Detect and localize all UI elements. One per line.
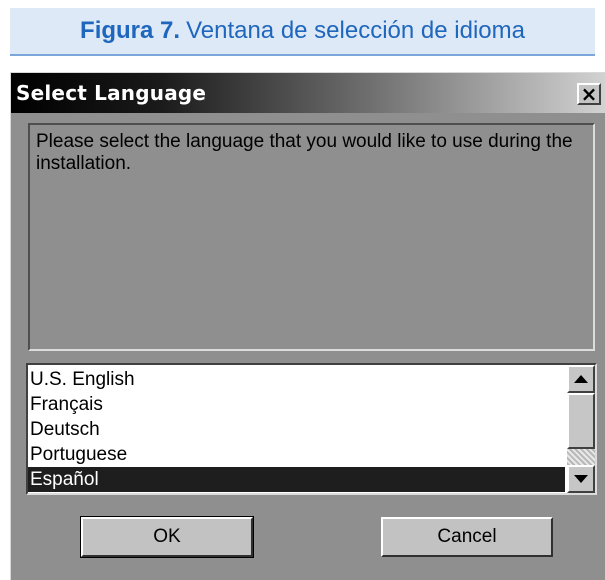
list-item[interactable]: Italiano	[28, 492, 565, 493]
message-panel: Please select the language that you woul…	[28, 123, 595, 351]
language-list-items: U.S. English Français Deutsch Portuguese Esp…	[28, 367, 565, 493]
ok-button[interactable]: OK	[80, 516, 254, 558]
close-icon: ×	[580, 82, 598, 106]
dialog-title: Select Language	[16, 81, 207, 105]
list-item[interactable]: Deutsch	[28, 417, 565, 442]
select-language-dialog: Select Language × Please select the lang…	[10, 72, 605, 580]
instruction-text: Please select the language that you woul…	[36, 131, 573, 174]
arrow-down-icon	[574, 475, 588, 483]
figure-caption-text: Ventana de selección de idioma	[186, 17, 525, 44]
figure-caption: Figura 7. Ventana de selección de idioma	[10, 8, 595, 56]
list-item[interactable]: Portuguese	[28, 442, 565, 467]
list-scrollbar[interactable]	[567, 365, 595, 493]
cancel-button[interactable]: Cancel	[381, 517, 553, 557]
language-listbox[interactable]: U.S. English Français Deutsch Portuguese Esp…	[26, 363, 597, 495]
scroll-thumb[interactable]	[567, 393, 595, 449]
scroll-down-button[interactable]	[567, 465, 595, 493]
close-button[interactable]: ×	[577, 83, 601, 105]
scroll-up-button[interactable]	[567, 365, 595, 393]
arrow-up-icon	[574, 375, 588, 383]
list-item[interactable]: Français	[28, 392, 565, 417]
figure-label: Figura 7.	[80, 17, 181, 44]
list-item[interactable]: U.S. English	[28, 367, 565, 392]
dialog-titlebar[interactable]: Select Language ×	[11, 73, 605, 113]
list-item[interactable]: Español	[28, 467, 565, 492]
